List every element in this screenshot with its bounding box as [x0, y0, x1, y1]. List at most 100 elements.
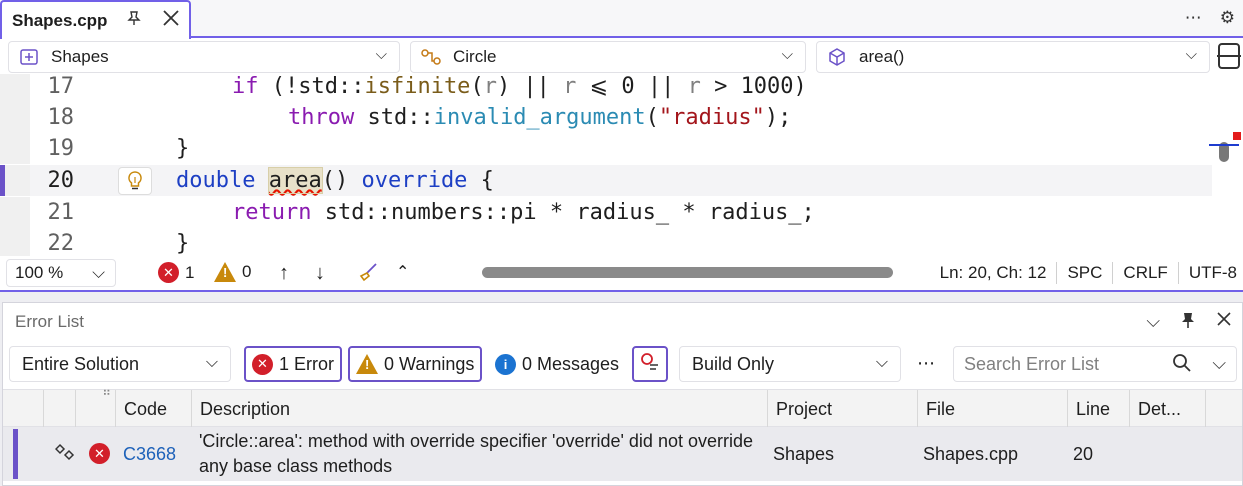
gutter: [0, 228, 30, 256]
line-number: 19: [47, 136, 75, 161]
error-project: Shapes: [773, 444, 835, 464]
pin-icon[interactable]: [1180, 311, 1196, 334]
messages-filter-label: 0 Messages: [522, 353, 620, 374]
panel-actions: ⌵: [1146, 311, 1232, 334]
encoding[interactable]: UTF-8: [1189, 263, 1237, 283]
previous-issue-button[interactable]: ↑: [279, 262, 289, 285]
line-number: 17: [47, 74, 75, 99]
errors-filter-label: 1 Error: [279, 353, 335, 374]
tab-title: Shapes.cpp: [12, 10, 108, 30]
pin-icon[interactable]: [126, 10, 142, 31]
cursor-position[interactable]: Ln: 20, Ch: 12: [940, 263, 1047, 283]
error-count[interactable]: ✕ 1: [158, 262, 194, 283]
more-options-icon[interactable]: ⋯: [917, 353, 935, 374]
messages-filter-button[interactable]: i 0 Messages: [489, 346, 626, 382]
error-code-link[interactable]: C3668: [123, 442, 176, 466]
code-editor: Shapes.cpp ⋯ ⚙ Shapes ⌵ Circle ⌵ area() …: [0, 0, 1243, 292]
warnings-filter-label: 0 Warnings: [384, 353, 475, 374]
code-area[interactable]: 17 if (!std::isfinite(r) || r ⩽ 0 || r >…: [0, 74, 1243, 256]
status-right: Ln: 20, Ch: 12 SPC CRLF UTF-8: [940, 262, 1237, 284]
zoom-dropdown[interactable]: 100 % ⌵: [6, 259, 116, 287]
code-text: if (!std::isfinite(r) || r ⩽ 0 || r > 10…: [232, 74, 807, 99]
column-header-details[interactable]: Det...: [1129, 390, 1205, 428]
scope-filter-dropdown[interactable]: Entire Solution ⌵: [9, 346, 231, 382]
line-number: 18: [47, 105, 75, 130]
more-options-icon[interactable]: ⋯: [1185, 8, 1202, 28]
class-icon: [421, 48, 441, 66]
table-row[interactable]: ✕ C3668 'Circle::area': method with over…: [3, 427, 1242, 481]
chevron-down-icon: ⌵: [375, 46, 387, 63]
gear-icon[interactable]: ⚙: [1220, 8, 1235, 28]
chevron-down-icon: ⌵: [205, 354, 218, 371]
next-issue-button[interactable]: ↓: [315, 262, 325, 285]
document-tab[interactable]: Shapes.cpp: [0, 0, 191, 39]
column-header-project[interactable]: Project: [767, 390, 917, 428]
chevron-up-icon: ⌃: [396, 264, 410, 281]
indent-mode[interactable]: SPC: [1067, 263, 1102, 283]
chevron-down-icon[interactable]: ⌵: [1146, 311, 1160, 334]
error-icon: ✕: [158, 262, 179, 283]
build-filter-label: Build Only: [692, 353, 775, 374]
error-file: Shapes.cpp: [923, 444, 1019, 464]
line-number: 22: [47, 231, 75, 256]
column-header: [1205, 390, 1242, 428]
filter-error-icon: [640, 352, 660, 377]
column-header-code[interactable]: Code: [115, 390, 191, 428]
column-header-file[interactable]: File: [917, 390, 1067, 428]
selection-indicator: [13, 429, 18, 479]
current-code-line: 20 double area() override {: [0, 165, 1212, 196]
chevron-down-icon[interactable]: ⌵: [1212, 353, 1226, 374]
member-dropdown[interactable]: area() ⌵: [816, 41, 1210, 73]
column-header[interactable]: [43, 390, 75, 428]
search-error-list[interactable]: Search Error List ⌵: [953, 346, 1237, 382]
column-header[interactable]: ⠛: [75, 388, 115, 428]
code-line: 21 return std::numbers::pi * radius_ * r…: [0, 197, 1212, 228]
line-endings[interactable]: CRLF: [1123, 263, 1167, 283]
chevron-down-icon: ⌵: [92, 263, 105, 282]
cleanup-button[interactable]: [358, 262, 378, 287]
scope-label: Circle: [453, 47, 497, 66]
search-placeholder: Search Error List: [964, 353, 1100, 374]
close-icon[interactable]: [1216, 311, 1232, 334]
horizontal-scrollbar-thumb[interactable]: [482, 267, 893, 278]
code-text: }: [176, 231, 190, 256]
member-label: area(): [859, 47, 905, 66]
project-label: Shapes: [51, 47, 109, 66]
warning-count[interactable]: 0: [214, 262, 251, 282]
code-text: throw std::invalid_argument("radius");: [288, 105, 792, 130]
code-line: 22 }: [0, 228, 1212, 256]
separator: [1112, 262, 1114, 284]
error-line: 20: [1073, 444, 1094, 464]
caret-marker: [1209, 144, 1239, 146]
errors-filter-button[interactable]: ✕ 1 Error: [244, 346, 343, 382]
error-icon: ✕: [252, 353, 273, 375]
editor-status-bar: 100 % ⌵ ✕ 1 0 ↑ ↓ ⌃ Ln: 20, Ch: 12 SPC: [0, 256, 1243, 290]
code-line: 17 if (!std::isfinite(r) || r ⩽ 0 || r >…: [0, 74, 1212, 102]
build-filter-dropdown[interactable]: Build Only ⌵: [679, 346, 901, 382]
arrow-up-icon: ↑: [279, 262, 289, 284]
column-header-description[interactable]: Description: [191, 390, 767, 428]
close-icon[interactable]: [162, 7, 180, 33]
table-header: ⠛ Code Description Project File Line Det…: [3, 388, 1242, 428]
drag-grip-icon: ⠛: [102, 388, 111, 402]
broom-icon: [358, 262, 378, 287]
scope-filter-label: Entire Solution: [22, 353, 140, 374]
zoom-label: 100 %: [15, 263, 64, 282]
navigation-bar: Shapes ⌵ Circle ⌵ area() ⌵: [0, 40, 1243, 74]
gutter: [0, 165, 30, 196]
error-list-panel: Error List ⌵ Entire Solution ⌵ ✕ 1 Error…: [2, 302, 1243, 486]
error-list-header: Error List ⌵: [3, 303, 1242, 341]
project-dropdown[interactable]: Shapes ⌵: [8, 41, 400, 73]
suppress-icon[interactable]: [54, 442, 75, 468]
scope-dropdown[interactable]: Circle ⌵: [410, 41, 806, 73]
split-editor-icon[interactable]: [1217, 43, 1241, 69]
clear-filter-button[interactable]: [632, 346, 668, 382]
column-header-line[interactable]: Line: [1067, 390, 1129, 428]
lightbulb-icon[interactable]: [118, 167, 152, 195]
chevron-down-icon: ⌵: [875, 354, 888, 371]
warnings-filter-button[interactable]: 0 Warnings: [348, 346, 483, 382]
search-icon[interactable]: [1172, 353, 1192, 378]
chevron-down-icon: ⌵: [781, 46, 793, 63]
collapse-button[interactable]: ⌃: [396, 262, 409, 282]
line-number: 20: [47, 168, 75, 193]
